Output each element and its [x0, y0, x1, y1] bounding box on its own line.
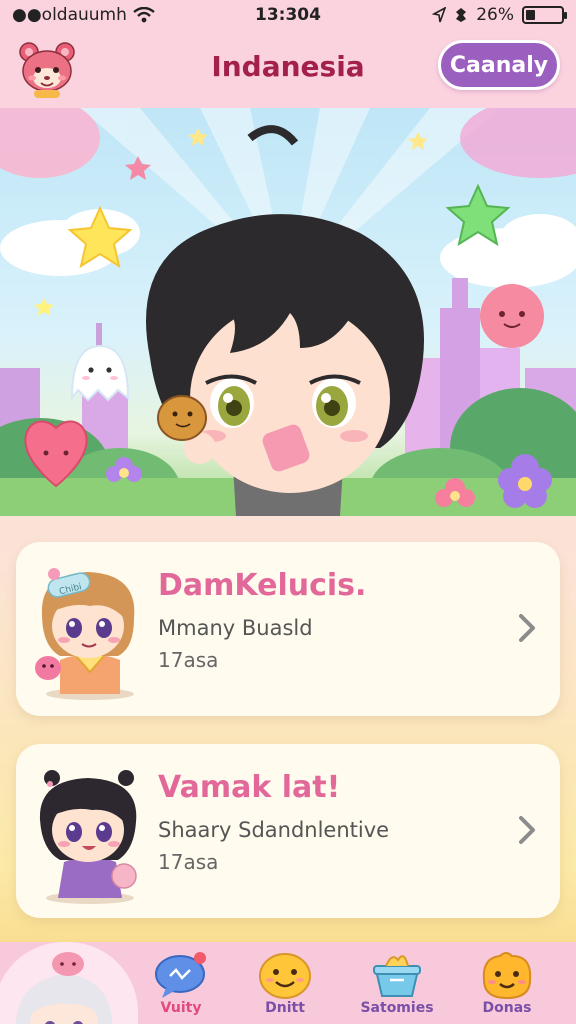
chevron-right-icon[interactable]: [512, 812, 542, 848]
battery-percent: 26%: [476, 5, 514, 25]
tab-label: Vuity: [160, 1000, 202, 1016]
card-meta: 17asa: [158, 850, 219, 874]
tab-donas[interactable]: Donas: [462, 950, 552, 1024]
bottom-tab-bar: Vuity Dnitt Satomies Donas: [0, 942, 576, 1024]
hero-illustration: [0, 108, 576, 516]
carrier-label: ●●oldauumh: [12, 5, 127, 25]
tab-label: Donas: [482, 1000, 532, 1016]
battery-level: [526, 10, 535, 20]
card-subtitle: Mmany Buasld: [158, 616, 313, 640]
basket-icon: [373, 955, 421, 997]
chat-bubble-icon: [155, 952, 206, 998]
status-bar: ●●oldauumh 13:304 26%: [0, 0, 576, 30]
story-card[interactable]: Vamak lat! Shaary Sdandnlentive 17asa: [16, 744, 560, 918]
story-card[interactable]: Chibi DamKelucis. Mmany Buasld 17asa: [16, 542, 560, 716]
chibi-avatar-orange-hair: Chibi: [35, 568, 135, 700]
card-subtitle: Shaary Sdandnlentive: [158, 818, 390, 842]
hero-scene: [0, 108, 576, 516]
tab-vuity[interactable]: Vuity: [136, 950, 226, 1024]
blob-face-icon: [482, 952, 532, 1000]
smiley-face-icon: [259, 953, 311, 999]
chevron-right-icon[interactable]: [512, 610, 542, 646]
tab-dnitt[interactable]: Dnitt: [240, 950, 330, 1024]
app-header: Indanesia Caanaly: [0, 30, 576, 108]
battery-icon: [522, 6, 567, 24]
tab-satomies[interactable]: Satomies: [352, 950, 442, 1024]
wifi-icon: [133, 7, 155, 23]
alarm-icon: [456, 8, 467, 22]
tab-label: Dnitt: [265, 1000, 305, 1016]
tab-label: Satomies: [360, 1000, 434, 1016]
header-action-button[interactable]: Caanaly: [438, 40, 560, 90]
card-title: Vamak lat!: [158, 770, 341, 805]
profile-avatar: [15, 952, 113, 1024]
card-title: DamKelucis.: [158, 568, 367, 603]
location-arrow-icon: [432, 7, 447, 23]
card-meta: 17asa: [158, 648, 219, 672]
profile-avatar-tab[interactable]: [0, 942, 138, 1024]
chibi-avatar-dark-hair: [39, 770, 137, 904]
